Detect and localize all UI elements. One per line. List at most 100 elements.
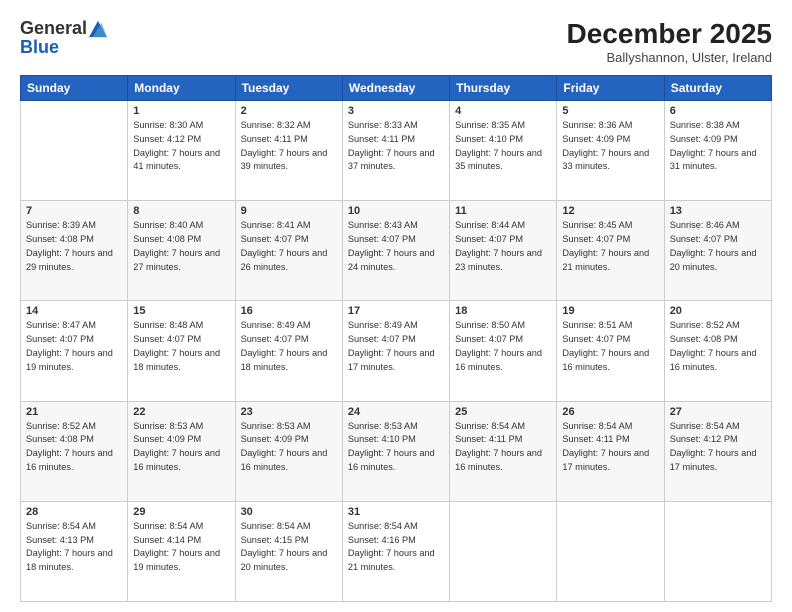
week-row-2: 14 Sunrise: 8:47 AM Sunset: 4:07 PM Dayl… bbox=[21, 301, 772, 401]
cell-2-2: 16 Sunrise: 8:49 AM Sunset: 4:07 PM Dayl… bbox=[235, 301, 342, 401]
day-number: 30 bbox=[241, 506, 337, 518]
day-info: Sunrise: 8:35 AM Sunset: 4:10 PM Dayligh… bbox=[455, 119, 551, 174]
cell-3-2: 23 Sunrise: 8:53 AM Sunset: 4:09 PM Dayl… bbox=[235, 401, 342, 501]
col-thursday: Thursday bbox=[450, 76, 557, 101]
logo-blue: Blue bbox=[20, 37, 59, 57]
daylight-text: Daylight: 7 hours and 39 minutes. bbox=[241, 148, 328, 172]
sunrise-text: Sunrise: 8:44 AM bbox=[455, 220, 525, 230]
sunrise-text: Sunrise: 8:54 AM bbox=[670, 421, 740, 431]
daylight-text: Daylight: 7 hours and 21 minutes. bbox=[348, 548, 435, 572]
sunrise-text: Sunrise: 8:50 AM bbox=[455, 320, 525, 330]
sunset-text: Sunset: 4:07 PM bbox=[26, 334, 94, 344]
sunrise-text: Sunrise: 8:49 AM bbox=[348, 320, 418, 330]
sunset-text: Sunset: 4:11 PM bbox=[455, 434, 522, 444]
daylight-text: Daylight: 7 hours and 16 minutes. bbox=[670, 348, 757, 372]
week-row-1: 7 Sunrise: 8:39 AM Sunset: 4:08 PM Dayli… bbox=[21, 201, 772, 301]
sunset-text: Sunset: 4:15 PM bbox=[241, 535, 309, 545]
cell-4-6 bbox=[664, 501, 771, 601]
sunset-text: Sunset: 4:11 PM bbox=[562, 434, 629, 444]
daylight-text: Daylight: 7 hours and 18 minutes. bbox=[26, 548, 113, 572]
day-info: Sunrise: 8:51 AM Sunset: 4:07 PM Dayligh… bbox=[562, 319, 658, 374]
col-friday: Friday bbox=[557, 76, 664, 101]
daylight-text: Daylight: 7 hours and 18 minutes. bbox=[241, 348, 328, 372]
sunset-text: Sunset: 4:10 PM bbox=[455, 134, 523, 144]
sunset-text: Sunset: 4:07 PM bbox=[562, 234, 630, 244]
sunrise-text: Sunrise: 8:30 AM bbox=[133, 120, 203, 130]
sunrise-text: Sunrise: 8:33 AM bbox=[348, 120, 418, 130]
day-number: 13 bbox=[670, 205, 766, 217]
cell-1-4: 11 Sunrise: 8:44 AM Sunset: 4:07 PM Dayl… bbox=[450, 201, 557, 301]
daylight-text: Daylight: 7 hours and 37 minutes. bbox=[348, 148, 435, 172]
day-info: Sunrise: 8:52 AM Sunset: 4:08 PM Dayligh… bbox=[670, 319, 766, 374]
sunrise-text: Sunrise: 8:48 AM bbox=[133, 320, 203, 330]
sunrise-text: Sunrise: 8:39 AM bbox=[26, 220, 96, 230]
sunset-text: Sunset: 4:07 PM bbox=[670, 234, 738, 244]
day-number: 12 bbox=[562, 205, 658, 217]
logo-icon bbox=[89, 20, 107, 38]
cell-4-2: 30 Sunrise: 8:54 AM Sunset: 4:15 PM Dayl… bbox=[235, 501, 342, 601]
day-number: 19 bbox=[562, 305, 658, 317]
day-info: Sunrise: 8:44 AM Sunset: 4:07 PM Dayligh… bbox=[455, 219, 551, 274]
cell-0-1: 1 Sunrise: 8:30 AM Sunset: 4:12 PM Dayli… bbox=[128, 101, 235, 201]
sunset-text: Sunset: 4:09 PM bbox=[241, 434, 309, 444]
cell-1-1: 8 Sunrise: 8:40 AM Sunset: 4:08 PM Dayli… bbox=[128, 201, 235, 301]
sunset-text: Sunset: 4:07 PM bbox=[241, 334, 309, 344]
day-number: 5 bbox=[562, 105, 658, 117]
cell-3-0: 21 Sunrise: 8:52 AM Sunset: 4:08 PM Dayl… bbox=[21, 401, 128, 501]
sunrise-text: Sunrise: 8:54 AM bbox=[348, 521, 418, 531]
daylight-text: Daylight: 7 hours and 18 minutes. bbox=[133, 348, 220, 372]
sunrise-text: Sunrise: 8:41 AM bbox=[241, 220, 311, 230]
cell-0-3: 3 Sunrise: 8:33 AM Sunset: 4:11 PM Dayli… bbox=[342, 101, 449, 201]
sunrise-text: Sunrise: 8:53 AM bbox=[133, 421, 203, 431]
col-tuesday: Tuesday bbox=[235, 76, 342, 101]
sunset-text: Sunset: 4:13 PM bbox=[26, 535, 94, 545]
sunset-text: Sunset: 4:12 PM bbox=[133, 134, 201, 144]
daylight-text: Daylight: 7 hours and 16 minutes. bbox=[348, 448, 435, 472]
cell-2-5: 19 Sunrise: 8:51 AM Sunset: 4:07 PM Dayl… bbox=[557, 301, 664, 401]
sunrise-text: Sunrise: 8:54 AM bbox=[562, 421, 632, 431]
daylight-text: Daylight: 7 hours and 21 minutes. bbox=[562, 248, 649, 272]
day-number: 25 bbox=[455, 406, 551, 418]
day-info: Sunrise: 8:54 AM Sunset: 4:13 PM Dayligh… bbox=[26, 520, 122, 575]
day-info: Sunrise: 8:47 AM Sunset: 4:07 PM Dayligh… bbox=[26, 319, 122, 374]
sunrise-text: Sunrise: 8:53 AM bbox=[348, 421, 418, 431]
sunset-text: Sunset: 4:07 PM bbox=[348, 234, 416, 244]
header: General Blue December 2025 Ballyshannon,… bbox=[20, 18, 772, 65]
cell-2-3: 17 Sunrise: 8:49 AM Sunset: 4:07 PM Dayl… bbox=[342, 301, 449, 401]
day-info: Sunrise: 8:53 AM Sunset: 4:09 PM Dayligh… bbox=[241, 420, 337, 475]
logo-general: General bbox=[20, 18, 87, 39]
cell-0-2: 2 Sunrise: 8:32 AM Sunset: 4:11 PM Dayli… bbox=[235, 101, 342, 201]
daylight-text: Daylight: 7 hours and 20 minutes. bbox=[670, 248, 757, 272]
day-number: 31 bbox=[348, 506, 444, 518]
sunset-text: Sunset: 4:09 PM bbox=[670, 134, 738, 144]
day-number: 2 bbox=[241, 105, 337, 117]
day-info: Sunrise: 8:54 AM Sunset: 4:14 PM Dayligh… bbox=[133, 520, 229, 575]
cell-0-6: 6 Sunrise: 8:38 AM Sunset: 4:09 PM Dayli… bbox=[664, 101, 771, 201]
cell-1-0: 7 Sunrise: 8:39 AM Sunset: 4:08 PM Dayli… bbox=[21, 201, 128, 301]
day-number: 23 bbox=[241, 406, 337, 418]
week-row-0: 1 Sunrise: 8:30 AM Sunset: 4:12 PM Dayli… bbox=[21, 101, 772, 201]
day-info: Sunrise: 8:50 AM Sunset: 4:07 PM Dayligh… bbox=[455, 319, 551, 374]
day-info: Sunrise: 8:54 AM Sunset: 4:11 PM Dayligh… bbox=[455, 420, 551, 475]
title-block: December 2025 Ballyshannon, Ulster, Irel… bbox=[567, 18, 772, 65]
cell-3-4: 25 Sunrise: 8:54 AM Sunset: 4:11 PM Dayl… bbox=[450, 401, 557, 501]
sunrise-text: Sunrise: 8:54 AM bbox=[26, 521, 96, 531]
day-info: Sunrise: 8:32 AM Sunset: 4:11 PM Dayligh… bbox=[241, 119, 337, 174]
daylight-text: Daylight: 7 hours and 17 minutes. bbox=[348, 348, 435, 372]
daylight-text: Daylight: 7 hours and 23 minutes. bbox=[455, 248, 542, 272]
day-info: Sunrise: 8:52 AM Sunset: 4:08 PM Dayligh… bbox=[26, 420, 122, 475]
day-number: 3 bbox=[348, 105, 444, 117]
daylight-text: Daylight: 7 hours and 16 minutes. bbox=[133, 448, 220, 472]
day-info: Sunrise: 8:46 AM Sunset: 4:07 PM Dayligh… bbox=[670, 219, 766, 274]
day-info: Sunrise: 8:53 AM Sunset: 4:10 PM Dayligh… bbox=[348, 420, 444, 475]
day-info: Sunrise: 8:45 AM Sunset: 4:07 PM Dayligh… bbox=[562, 219, 658, 274]
sunrise-text: Sunrise: 8:40 AM bbox=[133, 220, 203, 230]
week-row-3: 21 Sunrise: 8:52 AM Sunset: 4:08 PM Dayl… bbox=[21, 401, 772, 501]
day-number: 16 bbox=[241, 305, 337, 317]
cell-3-1: 22 Sunrise: 8:53 AM Sunset: 4:09 PM Dayl… bbox=[128, 401, 235, 501]
daylight-text: Daylight: 7 hours and 16 minutes. bbox=[241, 448, 328, 472]
day-number: 26 bbox=[562, 406, 658, 418]
sunset-text: Sunset: 4:09 PM bbox=[133, 434, 201, 444]
week-row-4: 28 Sunrise: 8:54 AM Sunset: 4:13 PM Dayl… bbox=[21, 501, 772, 601]
sunset-text: Sunset: 4:08 PM bbox=[133, 234, 201, 244]
